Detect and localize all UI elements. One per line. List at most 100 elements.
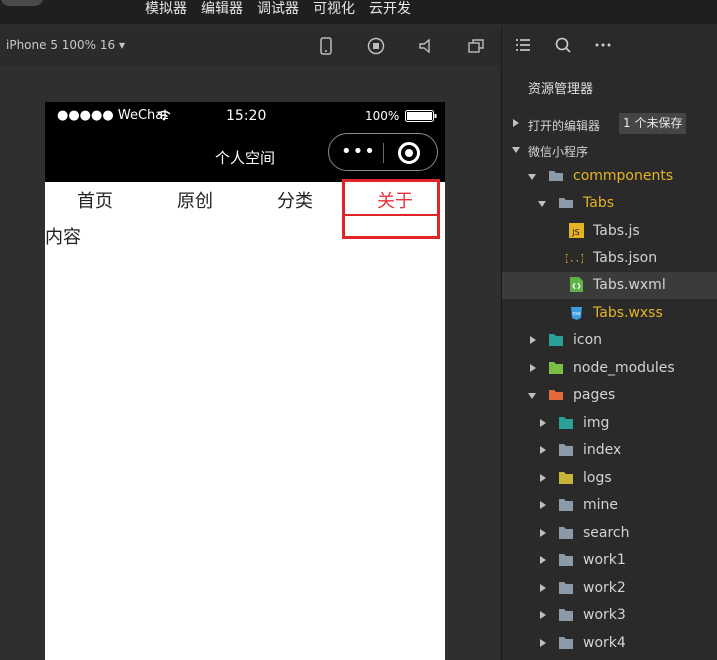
tree-item-tabs-json[interactable]: {..} Tabs.json	[502, 245, 717, 272]
chevron-right-icon	[540, 501, 546, 509]
tree-item-icon[interactable]: icon	[502, 327, 717, 354]
explorer-title: 资源管理器	[528, 82, 594, 97]
capsule-menu[interactable]: •••	[328, 133, 438, 171]
tree-item-img[interactable]: img	[502, 410, 717, 437]
tree-item-label: Tabs.wxml	[593, 277, 666, 293]
folder-icon	[559, 444, 573, 456]
chevron-right-icon	[540, 474, 546, 482]
image-folder-icon	[559, 417, 573, 429]
svg-text:{..}: {..}	[566, 253, 583, 264]
project-label: 微信小程序	[528, 145, 589, 159]
tree-item-label: search	[583, 525, 630, 541]
tab-home[interactable]: 首页	[45, 182, 145, 216]
chevron-right-icon	[540, 639, 546, 647]
capsule-divider	[383, 143, 384, 163]
folder-icon	[559, 554, 573, 566]
tree-item-work1[interactable]: work1	[502, 547, 717, 574]
tree-item-tabs-js[interactable]: JS Tabs.js	[502, 218, 717, 245]
tree-item-logs[interactable]: logs	[502, 465, 717, 492]
menu-cloud[interactable]: 云开发	[369, 0, 411, 24]
open-editors-section[interactable]: 打开的编辑器 1 个未保存	[502, 110, 717, 137]
more-options-icon[interactable]	[594, 36, 612, 54]
tree-item-work4[interactable]: work4	[502, 630, 717, 657]
status-time: 15:20	[226, 108, 267, 124]
menu-bar: 模拟器 编辑器 调试器 可视化 云开发	[0, 0, 717, 24]
json-file-icon: {..}	[566, 253, 583, 264]
tree-item-pages[interactable]: pages	[502, 382, 717, 409]
tree-item-label: Tabs.wxss	[593, 305, 663, 321]
tree-item-mine[interactable]: mine	[502, 492, 717, 519]
folder-icon	[559, 582, 573, 594]
tree-item-label: pages	[573, 387, 616, 403]
tree-item-search[interactable]: search	[502, 520, 717, 547]
window-icon[interactable]	[466, 36, 486, 56]
phone-icon[interactable]	[316, 36, 336, 56]
menu-editor[interactable]: 编辑器	[201, 0, 243, 24]
signal-text: ●●●●● WeChat	[57, 108, 169, 123]
wifi-icon	[157, 110, 171, 121]
device-select[interactable]: iPhone 5 100% 16 ▾	[6, 38, 125, 52]
chevron-down-icon	[512, 147, 520, 153]
chevron-right-icon	[540, 419, 546, 427]
folder-open-icon	[559, 198, 573, 208]
simulator-toolbar: iPhone 5 100% 16 ▾	[0, 26, 500, 66]
chevron-right-icon	[540, 446, 546, 454]
tree-item-tabs-wxml[interactable]: Tabs.wxml	[502, 272, 717, 299]
node-folder-icon	[549, 362, 563, 374]
logs-folder-icon	[559, 472, 573, 484]
more-icon[interactable]: •••	[341, 143, 376, 161]
menu-simulator[interactable]: 模拟器	[145, 0, 187, 24]
svg-text:css: css	[573, 311, 581, 317]
chevron-right-icon	[540, 556, 546, 564]
chevron-right-icon	[540, 529, 546, 537]
tab-category[interactable]: 分类	[245, 182, 345, 216]
folder-open-icon	[549, 171, 563, 181]
chevron-right-icon	[540, 584, 546, 592]
chevron-down-icon	[528, 174, 536, 180]
tree-item-label: work2	[583, 580, 626, 596]
search-icon[interactable]	[554, 36, 572, 54]
tree-item-tabs[interactable]: Tabs	[502, 190, 717, 217]
pages-folder-icon	[549, 390, 563, 400]
svg-text:JS: JS	[571, 228, 579, 237]
chevron-down-icon	[528, 393, 536, 399]
tab-original[interactable]: 原创	[145, 182, 245, 216]
tree-item-label: work3	[583, 607, 626, 623]
nav-bar: 个人空间 •••	[45, 130, 445, 182]
js-file-icon: JS	[569, 223, 584, 238]
tree-item-label: work4	[583, 635, 626, 651]
phone-screen: ●●●●● WeChat 15:20 100% 个人空间 ••• 首页 原创 分…	[45, 102, 445, 660]
tree-item-label: mine	[583, 497, 619, 513]
volume-icon[interactable]	[416, 36, 436, 56]
open-editors-label: 打开的编辑器	[528, 119, 601, 133]
tree-item-index[interactable]: index	[502, 437, 717, 464]
tree-item-commponents[interactable]: commponents	[502, 163, 717, 190]
record-icon[interactable]	[366, 36, 386, 56]
battery-icon	[405, 110, 437, 122]
folder-icon	[559, 527, 573, 539]
folder-icon	[559, 499, 573, 511]
battery-text: 100%	[365, 109, 400, 123]
project-section[interactable]: 微信小程序	[502, 136, 717, 163]
css-file-icon: css	[571, 307, 582, 320]
chevron-right-icon	[530, 336, 536, 344]
tree-item-label: Tabs	[583, 195, 614, 211]
menu-debugger[interactable]: 调试器	[257, 0, 299, 24]
chevron-right-icon	[540, 611, 546, 619]
tree-item-label: index	[583, 442, 622, 458]
chevron-right-icon	[530, 364, 536, 372]
avatar[interactable]	[0, 0, 44, 6]
close-target-icon[interactable]	[398, 142, 420, 164]
tree-item-label: node_modules	[573, 360, 675, 376]
image-folder-icon	[549, 334, 563, 346]
tree-item-tabs-wxss[interactable]: css Tabs.wxss	[502, 300, 717, 327]
explorer-panel: 资源管理器 打开的编辑器 1 个未保存 微信小程序 commponents Ta…	[501, 26, 717, 660]
tree-item-work3[interactable]: work3	[502, 602, 717, 629]
unsaved-badge: 1 个未保存	[619, 113, 687, 134]
tree-item-label: icon	[573, 332, 603, 348]
tree-item-work2[interactable]: work2	[502, 575, 717, 602]
list-icon[interactable]	[514, 36, 532, 54]
tree-item-node-modules[interactable]: node_modules	[502, 355, 717, 382]
tree-item-label: Tabs.json	[593, 250, 658, 266]
menu-visualize[interactable]: 可视化	[313, 0, 355, 24]
